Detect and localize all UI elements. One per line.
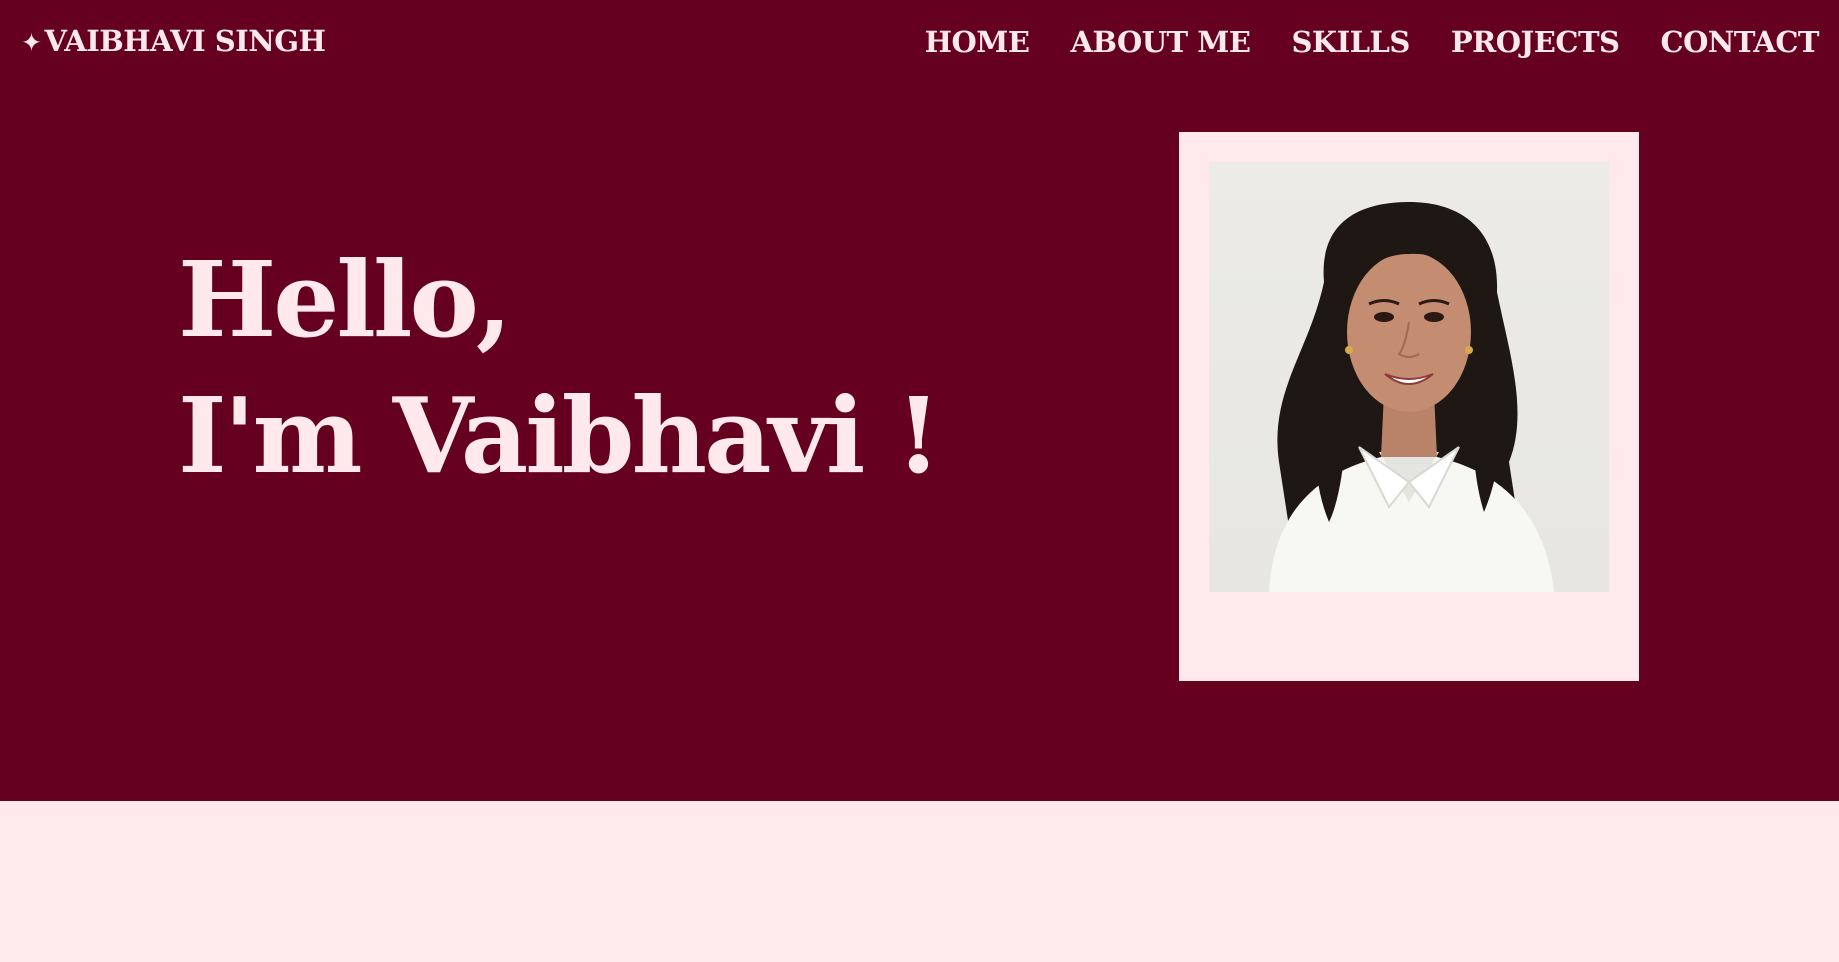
sparkle-icon: ✦: [21, 28, 42, 57]
top-navigation-bar: ✦ VAIBHAVI SINGH HOME ABOUT ME SKILLS PRO…: [0, 0, 1839, 84]
hero-section: ✦ VAIBHAVI SINGH HOME ABOUT ME SKILLS PRO…: [0, 0, 1839, 801]
nav-item-contact[interactable]: CONTACT: [1660, 22, 1819, 62]
brand-name: VAIBHAVI SINGH: [44, 24, 326, 58]
brand-logo-link[interactable]: ✦ VAIBHAVI SINGH: [21, 24, 326, 58]
hero-greeting: Hello, I'm Vaibhavi !: [178, 232, 941, 504]
lower-section: [0, 801, 1839, 962]
main-nav: HOME ABOUT ME SKILLS PROJECTS CONTACT: [925, 22, 1820, 62]
nav-item-home[interactable]: HOME: [925, 22, 1030, 62]
nav-item-skills[interactable]: SKILLS: [1291, 22, 1410, 62]
profile-photo: [1209, 162, 1609, 592]
greeting-line-1: Hello,: [178, 238, 512, 361]
nav-item-projects[interactable]: PROJECTS: [1451, 22, 1620, 62]
nav-item-about-me[interactable]: ABOUT ME: [1070, 22, 1250, 62]
polaroid-frame: [1179, 132, 1639, 681]
greeting-line-2: I'm Vaibhavi !: [178, 374, 941, 497]
